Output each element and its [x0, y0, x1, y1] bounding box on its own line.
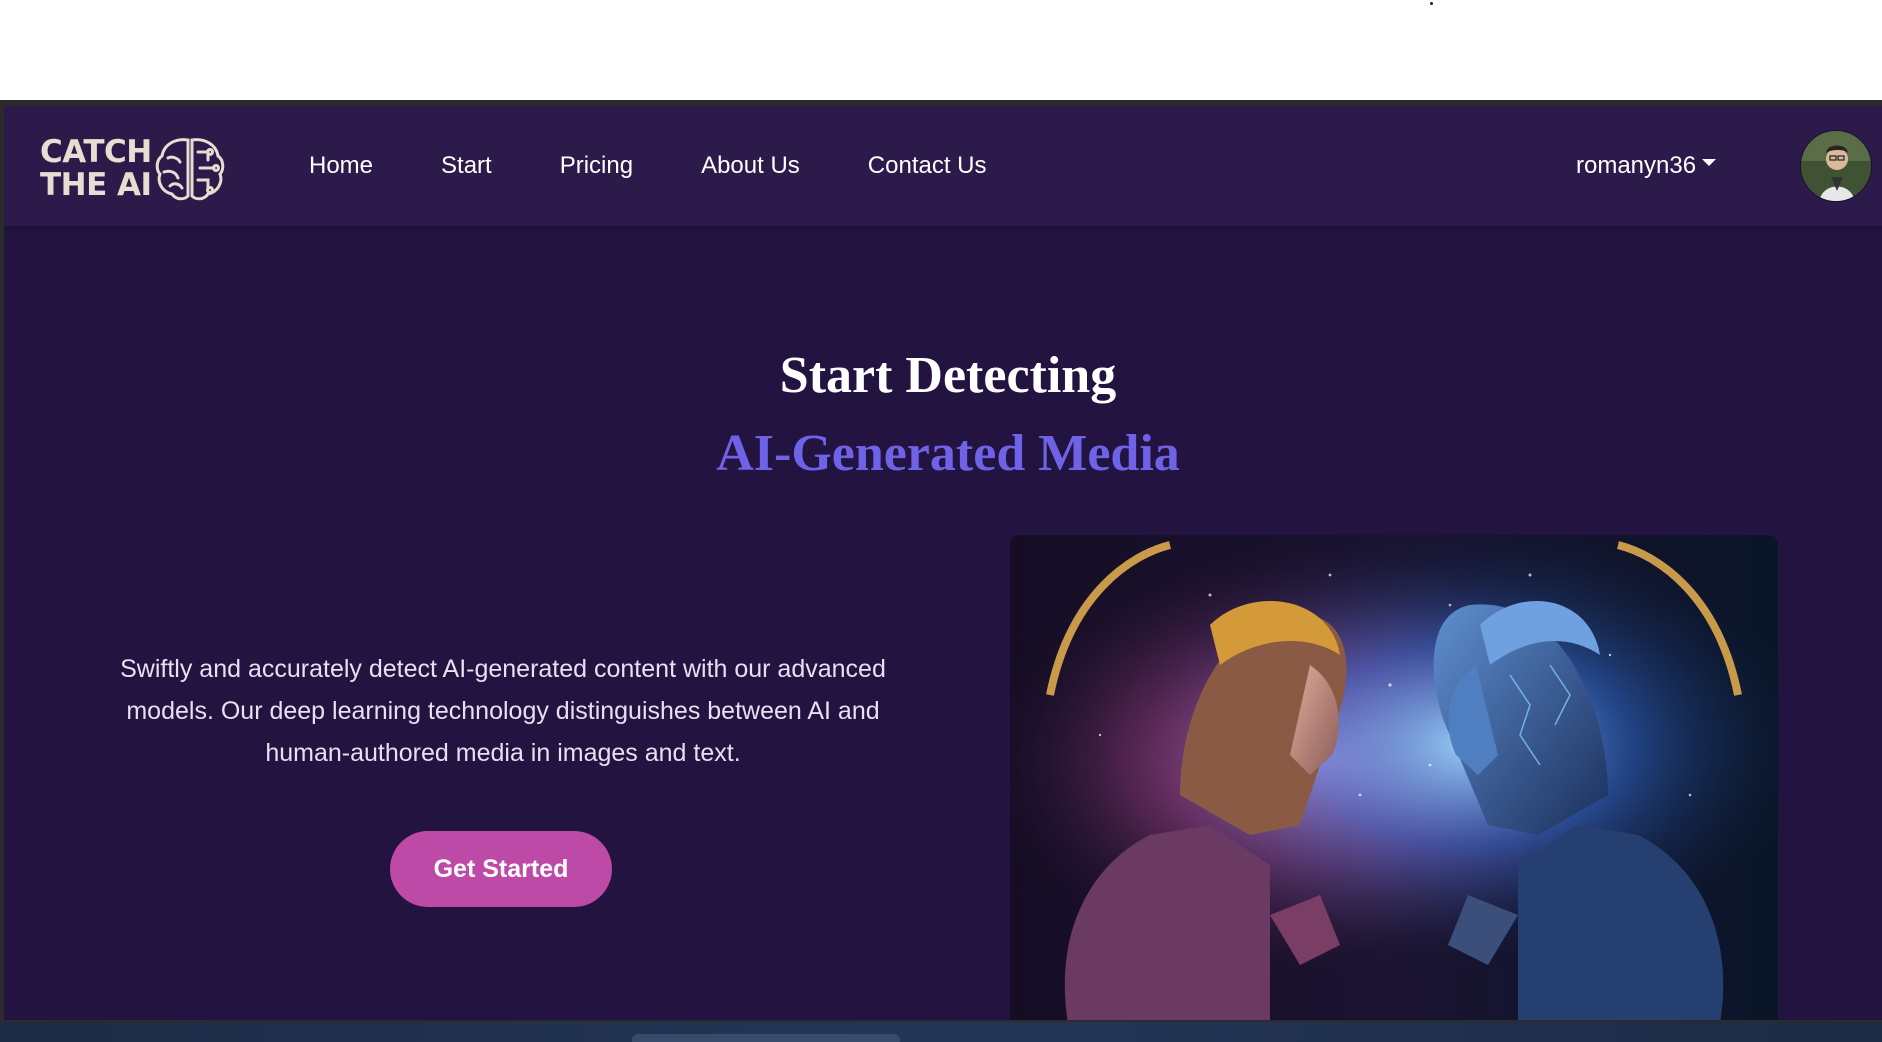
cursor-dot	[1430, 2, 1433, 5]
browser-top-area	[0, 0, 1882, 100]
nav-home[interactable]: Home	[309, 152, 373, 180]
nav-start[interactable]: Start	[441, 152, 492, 180]
os-taskbar	[0, 1022, 1882, 1042]
site-logo[interactable]: CATCH THE AI	[40, 134, 230, 204]
user-dropdown[interactable]: romanyn36	[1576, 106, 1717, 226]
hero-title: Start Detecting	[779, 347, 1117, 404]
nav-links: Home Start Pricing About Us Contact Us	[309, 106, 1055, 226]
username: romanyn36	[1576, 152, 1697, 179]
ai-vs-human-illustration	[1010, 535, 1778, 1020]
nav-pricing[interactable]: Pricing	[560, 152, 633, 180]
web-page: CATCH THE AI Home Start Pricing About Us	[4, 106, 1882, 1020]
nav-about-us[interactable]: About Us	[701, 152, 800, 180]
hero-image	[1010, 535, 1778, 1020]
get-started-button[interactable]: Get Started	[390, 831, 612, 907]
logo-line-1: CATCH	[40, 134, 152, 170]
navbar: CATCH THE AI Home Start Pricing About Us	[4, 106, 1882, 226]
taskbar-search-box[interactable]	[632, 1034, 900, 1042]
caret-down-icon	[1702, 158, 1717, 166]
logo-text: CATCH THE AI	[40, 136, 152, 202]
nav-contact-us[interactable]: Contact Us	[868, 152, 987, 180]
user-avatar[interactable]	[1800, 130, 1872, 202]
hero-description: Swiftly and accurately detect AI-generat…	[120, 655, 886, 767]
hero-subtitle: AI-Generated Media	[716, 425, 1180, 482]
brain-icon	[155, 138, 224, 201]
avatar-image	[1801, 131, 1871, 201]
logo-line-2: THE AI	[40, 167, 152, 203]
